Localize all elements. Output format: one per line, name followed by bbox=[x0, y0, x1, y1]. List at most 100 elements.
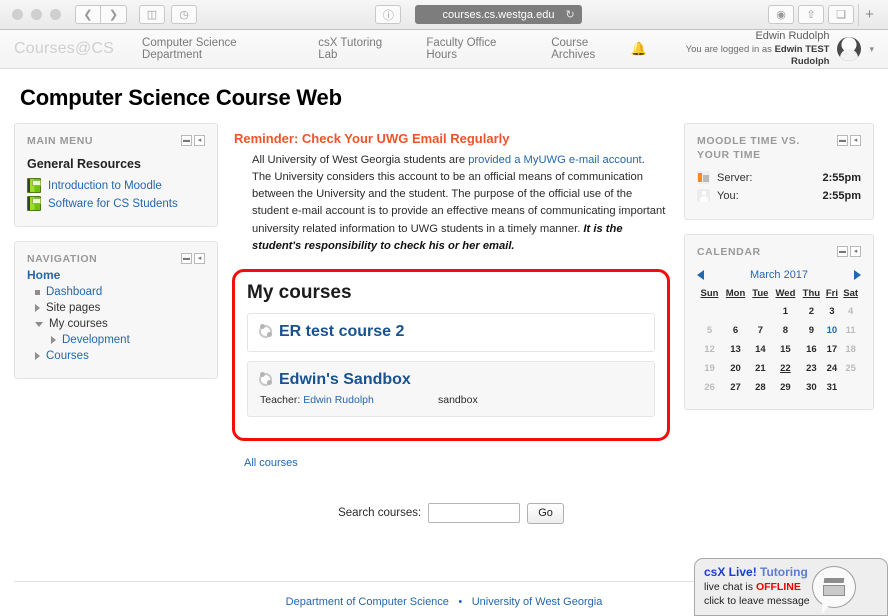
footer-link-department[interactable]: Department of Computer Science bbox=[286, 596, 449, 608]
course-list-item-edwins-sandbox[interactable]: Edwin's Sandbox Teacher: Edwin Rudolph s… bbox=[247, 360, 655, 417]
search-courses-input[interactable] bbox=[428, 503, 521, 524]
minus-icon[interactable]: ▬ bbox=[837, 135, 848, 146]
back-icon[interactable]: ❮ bbox=[75, 5, 101, 24]
minus-icon[interactable]: ▬ bbox=[181, 135, 192, 146]
calendar-day-cell[interactable]: 5 bbox=[697, 321, 722, 340]
calendar-day-cell[interactable]: 10 bbox=[823, 321, 840, 340]
minimize-window-button[interactable] bbox=[31, 9, 42, 20]
calendar-day-cell[interactable]: 31 bbox=[823, 378, 840, 397]
resource-link-software-for-cs-students[interactable]: Software for CS Students bbox=[48, 198, 178, 210]
notification-bell-icon[interactable]: 🔔 bbox=[631, 41, 647, 57]
course-header: ER test course 2 bbox=[259, 323, 643, 341]
maximize-window-button[interactable] bbox=[50, 9, 61, 20]
reader-icon[interactable]: ⓘ bbox=[375, 5, 402, 24]
nav-tree-item-site-pages[interactable]: Site pages bbox=[27, 302, 205, 314]
calendar-day-cell[interactable]: 20 bbox=[722, 359, 749, 378]
calendar-day-cell[interactable]: 7 bbox=[749, 321, 772, 340]
block-body: March 2017 Sun Mon Tue Wed Thu Fri Sat 1… bbox=[697, 269, 861, 397]
share-icon[interactable]: ⇧ bbox=[798, 5, 824, 24]
nav-item-csx-tutoring-lab[interactable]: csX Tutoring Lab bbox=[318, 37, 400, 61]
close-window-button[interactable] bbox=[12, 9, 23, 20]
chevron-down-icon[interactable] bbox=[35, 321, 43, 327]
chevron-down-icon[interactable]: ▾ bbox=[869, 44, 874, 55]
dock-left-icon[interactable]: ◂ bbox=[194, 135, 205, 146]
calendar-day-cell[interactable]: 26 bbox=[697, 378, 722, 397]
nav-tree-home[interactable]: Home bbox=[27, 268, 205, 282]
nav-tree-item-development[interactable]: Development bbox=[27, 334, 205, 346]
site-brand[interactable]: Courses@CS bbox=[14, 40, 114, 58]
myuwg-email-link[interactable]: provided a MyUWG e-mail account bbox=[468, 154, 641, 166]
calendar-day-cell[interactable]: 4 bbox=[840, 302, 861, 321]
footer-link-university[interactable]: University of West Georgia bbox=[472, 596, 603, 608]
calendar-day-cell[interactable]: 29 bbox=[772, 378, 800, 397]
download-icon[interactable]: ◉ bbox=[768, 5, 794, 24]
resource-link-intro-to-moodle[interactable]: Introduction to Moodle bbox=[48, 180, 162, 192]
calendar-day-cell[interactable]: 1 bbox=[772, 302, 800, 321]
calendar-day-cell[interactable]: 30 bbox=[799, 378, 823, 397]
calendar-day-cell[interactable]: 3 bbox=[823, 302, 840, 321]
nav-item-course-archives[interactable]: Course Archives bbox=[551, 37, 631, 61]
chevron-right-icon[interactable] bbox=[35, 304, 40, 313]
minus-icon[interactable]: ▬ bbox=[837, 246, 848, 258]
avatar[interactable] bbox=[837, 37, 862, 61]
clock-icon[interactable]: ◷ bbox=[171, 5, 197, 24]
nav-tree-label[interactable]: Development bbox=[62, 334, 130, 346]
dock-left-icon[interactable]: ◂ bbox=[850, 246, 861, 258]
calendar-day-cell[interactable]: 19 bbox=[697, 359, 722, 378]
calendar-day-cell[interactable]: 14 bbox=[749, 340, 772, 359]
forward-icon[interactable]: ❯ bbox=[101, 5, 127, 24]
calendar-day-cell[interactable]: 8 bbox=[772, 321, 800, 340]
nav-item-cs-department[interactable]: Computer Science Department bbox=[142, 37, 292, 61]
new-tab-button[interactable]: + bbox=[858, 3, 880, 26]
nav-tree-item-my-courses[interactable]: My courses bbox=[27, 318, 205, 330]
sidebar-icon[interactable]: ◫ bbox=[139, 5, 165, 24]
calendar-day-cell[interactable]: 15 bbox=[772, 340, 800, 359]
calendar-day-cell[interactable]: 25 bbox=[840, 359, 861, 378]
dock-left-icon[interactable]: ◂ bbox=[194, 253, 205, 265]
block-title-navigation: Navigation bbox=[27, 253, 98, 266]
arrow-right-icon[interactable] bbox=[854, 269, 861, 280]
search-go-button[interactable]: Go bbox=[527, 502, 564, 524]
teacher-link[interactable]: Edwin Rudolph bbox=[303, 394, 374, 406]
nav-tree-label[interactable]: Courses bbox=[46, 350, 89, 362]
nav-item-faculty-office-hours[interactable]: Faculty Office Hours bbox=[426, 37, 525, 61]
nav-tree-label[interactable]: Dashboard bbox=[46, 286, 102, 298]
resource-item-software-for-cs-students[interactable]: Software for CS Students bbox=[27, 196, 205, 212]
calendar-day-cell[interactable]: 12 bbox=[697, 340, 722, 359]
address-bar[interactable]: courses.cs.westga.edu ↻ bbox=[415, 5, 582, 24]
calendar-day-cell[interactable]: 27 bbox=[722, 378, 749, 397]
dock-left-icon[interactable]: ◂ bbox=[850, 135, 861, 146]
nav-tree-label: My courses bbox=[49, 318, 108, 331]
calendar-day-cell[interactable]: 22 bbox=[772, 359, 800, 378]
calendar-day-cell[interactable]: 16 bbox=[799, 340, 823, 359]
arrow-left-icon[interactable] bbox=[697, 269, 704, 280]
resource-item-intro-to-moodle[interactable]: Introduction to Moodle bbox=[27, 178, 205, 194]
reload-icon[interactable]: ↻ bbox=[565, 8, 574, 21]
csx-live-chat-widget[interactable]: csX Live! Tutoring live chat is OFFLINE … bbox=[694, 558, 888, 616]
calendar-day-cell[interactable]: 11 bbox=[840, 321, 861, 340]
tab-overview-icon[interactable]: ❏ bbox=[828, 5, 854, 24]
nav-tree-item-courses[interactable]: Courses bbox=[27, 350, 205, 362]
calendar-day-cell[interactable]: 23 bbox=[799, 359, 823, 378]
calendar-day-cell[interactable]: 2 bbox=[799, 302, 823, 321]
calendar-day-cell[interactable]: 13 bbox=[722, 340, 749, 359]
calendar-day-cell[interactable]: 21 bbox=[749, 359, 772, 378]
all-courses-link[interactable]: All courses bbox=[244, 457, 298, 469]
calendar-day-cell[interactable]: 6 bbox=[722, 321, 749, 340]
block-main-menu: Main menu ▬ ◂ General Resources Introduc… bbox=[14, 123, 218, 228]
nav-tree-item-dashboard[interactable]: Dashboard bbox=[27, 286, 205, 298]
course-link[interactable]: Edwin's Sandbox bbox=[279, 371, 411, 389]
minus-icon[interactable]: ▬ bbox=[181, 253, 192, 265]
calendar-day-cell[interactable]: 9 bbox=[799, 321, 823, 340]
calendar-day-cell[interactable]: 24 bbox=[823, 359, 840, 378]
course-list-item-er-test-course-2[interactable]: ER test course 2 bbox=[247, 312, 655, 352]
calendar-week-row: 19 20 21 22 23 24 25 bbox=[697, 359, 861, 378]
course-link[interactable]: ER test course 2 bbox=[279, 323, 404, 341]
calendar-month-label[interactable]: March 2017 bbox=[750, 269, 808, 281]
chevron-right-icon[interactable] bbox=[35, 352, 40, 361]
calendar-day-cell[interactable]: 28 bbox=[749, 378, 772, 397]
chevron-right-icon[interactable] bbox=[51, 336, 56, 345]
window-traffic-lights[interactable] bbox=[8, 9, 69, 20]
calendar-day-cell[interactable]: 17 bbox=[823, 340, 840, 359]
calendar-day-cell[interactable]: 18 bbox=[840, 340, 861, 359]
